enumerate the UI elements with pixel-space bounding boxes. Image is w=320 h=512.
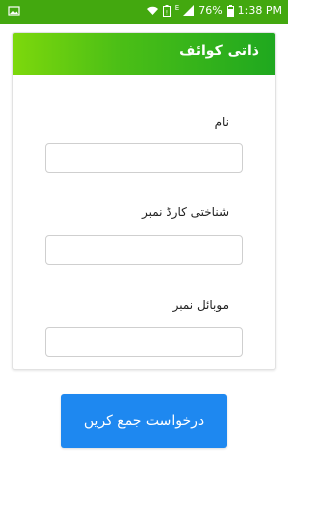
cnic-input[interactable] — [45, 235, 243, 265]
card-header: ذاتی کوائف — [13, 33, 275, 75]
submit-button[interactable]: درخواست جمع کریں — [61, 394, 227, 448]
svg-text:!: ! — [166, 9, 168, 16]
battery-saver-icon: ! — [162, 4, 171, 17]
name-input[interactable] — [45, 143, 243, 173]
personal-info-card: ذاتی کوائف نام شناختی کارڈ نمبر موبائل ن… — [12, 32, 276, 370]
signal-icon — [183, 5, 195, 16]
battery-percent: 76% — [198, 4, 223, 17]
battery-icon — [226, 4, 234, 17]
clock-time: 1:38 PM — [237, 4, 282, 17]
cnic-label: شناختی کارڈ نمبر — [141, 205, 229, 219]
card-title: ذاتی کوائف — [179, 43, 259, 59]
wifi-icon — [146, 5, 159, 16]
mobile-label: موبائل نمبر — [172, 298, 229, 312]
status-bar: ! E 76% 1:38 PM — [0, 0, 288, 24]
name-label: نام — [214, 115, 229, 129]
image-notification-icon — [8, 5, 20, 20]
mobile-input[interactable] — [45, 327, 243, 357]
network-type-label: E — [174, 4, 180, 12]
